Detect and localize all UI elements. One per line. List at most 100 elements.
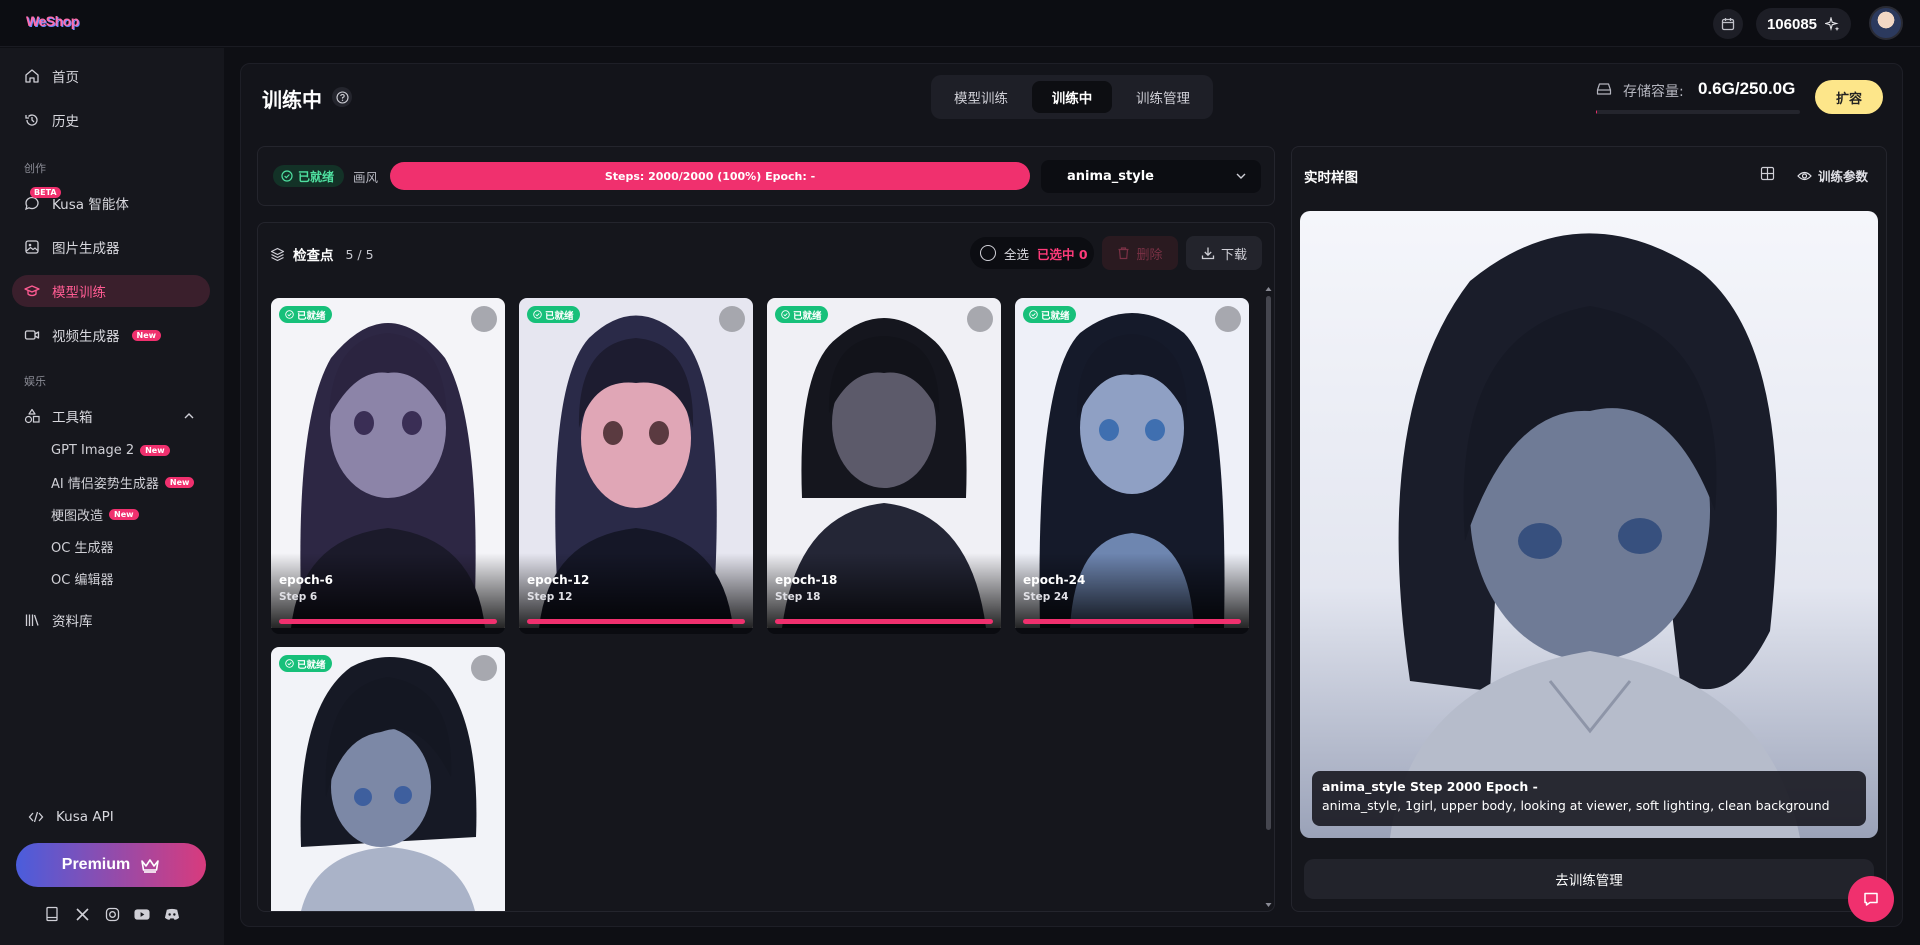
status-badge: 已就绪 (279, 306, 332, 323)
select-all-radio[interactable] (980, 245, 996, 261)
select-all-toggle[interactable]: 全选 已选中 0 (970, 237, 1094, 269)
status-text: 已就绪 (1041, 310, 1070, 322)
sidebar-item-label: 工具箱 (52, 410, 93, 426)
epoch-label: epoch-24 (1023, 573, 1086, 587)
delete-button[interactable]: 删除 (1102, 236, 1178, 270)
section-label-create: 创作 (24, 162, 46, 175)
toolbox-item-oc-editor[interactable]: OC 编辑器 (51, 569, 113, 588)
checkpoint-card[interactable]: 已就绪 epoch-6 Step 6 (271, 298, 505, 634)
user-avatar[interactable] (1869, 6, 1903, 40)
sidebar-item-label: 视频生成器 (52, 329, 120, 345)
hard-drive-icon (1596, 83, 1612, 95)
new-badge: New (109, 508, 139, 520)
image-icon (24, 239, 40, 255)
toolbox-item-couple-pose[interactable]: AI 情侣姿势生成器 New (51, 473, 195, 492)
checkpoint-thumbnail (271, 647, 505, 911)
video-icon (24, 327, 40, 343)
new-badge: New (131, 329, 162, 341)
toolbox-item-label: AI 情侣姿势生成器 (51, 476, 159, 492)
sidebar-item-model-training[interactable]: 模型训练 (12, 275, 210, 307)
sidebar-item-kusa-api[interactable]: Kusa API (16, 801, 214, 833)
status-badge: 已就绪 (775, 306, 828, 323)
checkpoint-progress-bar (1023, 619, 1241, 624)
sample-preview-image (1300, 211, 1878, 838)
checkpoint-card[interactable]: 已就绪 (271, 647, 505, 911)
help-icon[interactable] (332, 87, 352, 107)
checkpoint-select-checkbox[interactable] (1215, 306, 1241, 332)
toolbox-item-label: 梗图改造 (51, 508, 104, 524)
shapes-icon (24, 408, 40, 424)
beta-badge: BETA (30, 187, 61, 198)
toolbox-item-meme-remix[interactable]: 梗图改造 New (51, 505, 139, 524)
preview-title: 实时样图 (1304, 170, 1358, 186)
step-label: Step 12 (527, 591, 573, 603)
storage-progress-bar (1596, 110, 1800, 114)
storage-progress-fill (1596, 110, 1597, 114)
x-twitter-icon[interactable] (74, 906, 90, 922)
sample-preview-art (1300, 211, 1878, 838)
status-badge: 已就绪 (279, 655, 332, 672)
home-icon (24, 68, 40, 84)
chat-support-button[interactable] (1848, 876, 1894, 922)
layers-icon (270, 247, 285, 261)
credits-button[interactable]: 106085 (1756, 8, 1851, 40)
tab-training[interactable]: 训练中 (1032, 81, 1112, 113)
check-circle-icon (285, 310, 294, 319)
sidebar-item-label: 首页 (52, 70, 79, 86)
checkpoint-card[interactable]: 已就绪 epoch-24 Step 24 (1015, 298, 1249, 634)
sidebar-item-video-generator[interactable]: 视频生成器 New (12, 319, 210, 351)
training-params-label: 训练参数 (1818, 169, 1869, 184)
instagram-icon[interactable] (104, 906, 120, 922)
sidebar-item-label: 历史 (52, 114, 79, 130)
premium-button[interactable]: Premium (16, 843, 206, 887)
book-icon[interactable] (44, 906, 60, 922)
sidebar-item-library[interactable]: 资料库 (12, 604, 210, 636)
checkpoint-select-checkbox[interactable] (471, 655, 497, 681)
new-badge: New (140, 444, 170, 456)
checkpoint-card[interactable]: 已就绪 epoch-18 Step 18 (767, 298, 1001, 634)
check-circle-icon (781, 310, 790, 319)
expand-storage-button[interactable]: 扩容 (1815, 80, 1883, 114)
scroll-up-arrow[interactable] (1265, 286, 1272, 292)
credits-value: 106085 (1766, 15, 1818, 33)
status-text: 已就绪 (545, 310, 574, 322)
check-circle-icon (533, 310, 542, 319)
layout-grid-icon[interactable] (1760, 166, 1775, 181)
trash-icon (1118, 247, 1129, 260)
status-badge: 已就绪 (273, 165, 344, 187)
app-logo[interactable]: WeShop (26, 13, 79, 29)
step-label: Step 18 (775, 591, 821, 603)
checkpoints-scrollbar-thumb[interactable] (1266, 296, 1271, 830)
sidebar-item-image-generator[interactable]: 图片生成器 (12, 231, 210, 263)
history-icon (24, 112, 40, 128)
checkpoint-select-checkbox[interactable] (471, 306, 497, 332)
toolbox-item-oc-generator[interactable]: OC 生成器 (51, 537, 113, 556)
scroll-down-arrow[interactable] (1265, 902, 1272, 908)
sidebar-item-toolbox[interactable]: 工具箱 (12, 400, 210, 432)
delete-label: 删除 (1136, 247, 1163, 263)
checkpoint-select-checkbox[interactable] (719, 306, 745, 332)
status-text: 已就绪 (793, 310, 822, 322)
chevron-up-icon[interactable] (183, 411, 195, 421)
go-to-training-management-button[interactable]: 去训练管理 (1304, 859, 1874, 899)
sample-caption: anima_style Step 2000 Epoch - anima_styl… (1312, 771, 1866, 826)
calendar-button[interactable] (1713, 9, 1743, 39)
training-params-button[interactable]: 训练参数 (1797, 166, 1868, 185)
model-select[interactable]: anima_style (1041, 160, 1261, 193)
checkpoints-count: 5 / 5 (345, 246, 374, 262)
graduation-cap-icon (24, 283, 40, 299)
checkpoint-progress-bar (527, 619, 745, 624)
sidebar-item-history[interactable]: 历史 (12, 104, 210, 136)
storage-label: 存储容量: (1623, 84, 1684, 100)
download-button[interactable]: 下载 (1186, 236, 1262, 270)
premium-label: Premium (61, 856, 131, 873)
checkpoint-select-checkbox[interactable] (967, 306, 993, 332)
tab-training-management[interactable]: 训练管理 (1119, 81, 1207, 113)
storage-value: 0.6G/250.0G (1698, 79, 1796, 98)
sidebar-item-home[interactable]: 首页 (12, 60, 210, 92)
tab-model-training[interactable]: 模型训练 (937, 81, 1025, 113)
toolbox-item-gpt-image-2[interactable]: GPT Image 2 New (51, 441, 170, 459)
checkpoint-card[interactable]: 已就绪 epoch-12 Step 12 (519, 298, 753, 634)
youtube-icon[interactable] (134, 906, 150, 922)
discord-icon[interactable] (164, 906, 180, 922)
